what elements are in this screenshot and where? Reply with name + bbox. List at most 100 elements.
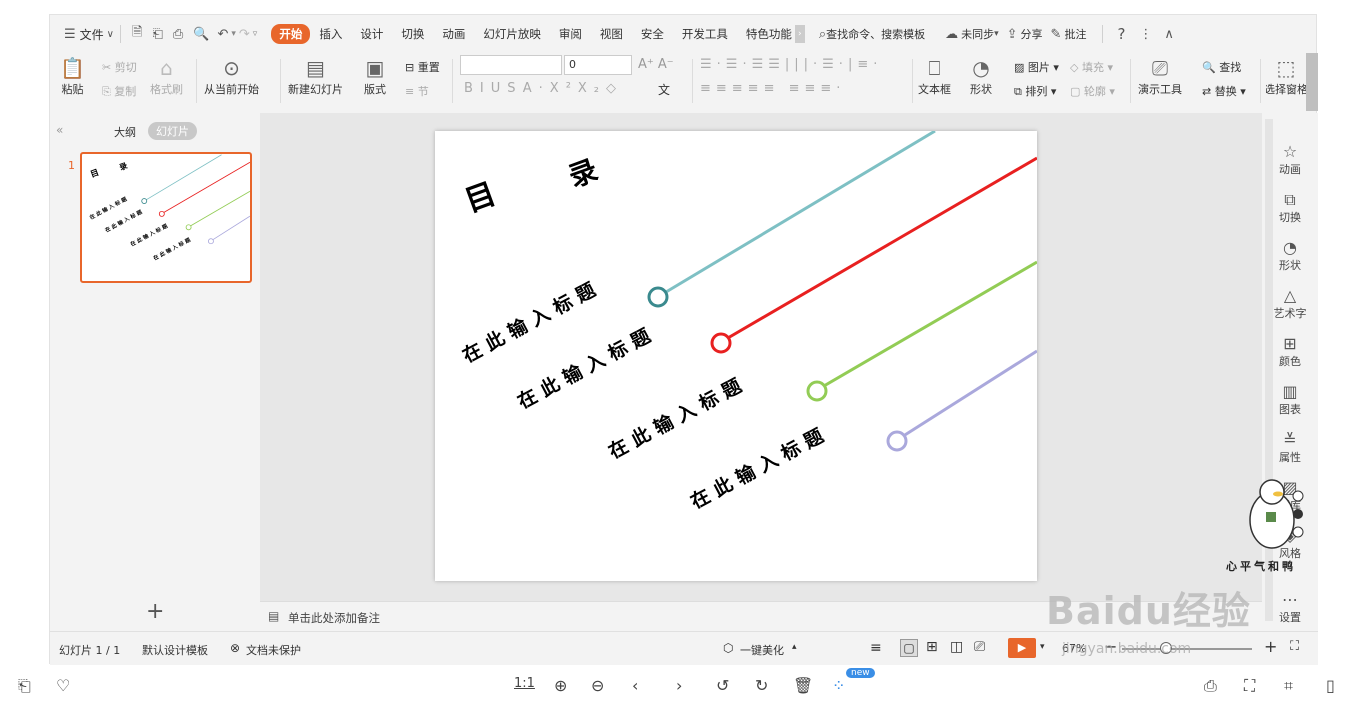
zoom-in-icon[interactable]: ⊕: [554, 676, 567, 695]
tab-design[interactable]: 设计: [351, 26, 392, 42]
toc-circle-4[interactable]: [886, 430, 908, 452]
font-grow-icon[interactable]: A⁺ A⁻: [638, 57, 674, 72]
undo-icon[interactable]: ↶: [217, 27, 228, 42]
sync-status[interactable]: 未同步: [961, 26, 994, 42]
toc-line-1[interactable]: [655, 131, 936, 300]
layout-button[interactable]: ▣ 版式: [364, 55, 386, 97]
fit-window-icon[interactable]: ⛶: [1290, 639, 1299, 654]
redo-icon[interactable]: ↷: [239, 27, 250, 42]
slide-thumbnail-1[interactable]: 目 录 在 此 输 入 标 题 在 此 输 入 标 题 在 此 输 入 标 题 …: [80, 152, 252, 283]
toc-circle-3[interactable]: [806, 380, 828, 402]
undo-dropdown-icon[interactable]: ▾: [231, 29, 236, 39]
tabs-scroll-right-icon[interactable]: ›: [794, 25, 805, 43]
slide-title-left[interactable]: 目: [460, 176, 500, 219]
find-button[interactable]: 🔍 查找: [1202, 59, 1241, 75]
slide[interactable]: 目 录 在 此 输 入 标 题 在 此 输 入 标 题 在 此 输 入 标 题 …: [435, 131, 1037, 581]
panel-animation[interactable]: ☆ 动画: [1262, 143, 1318, 177]
tab-slideshow[interactable]: 幻灯片放映: [474, 26, 550, 42]
play-slideshow-button[interactable]: ▶: [1008, 638, 1036, 658]
ribbon-scroll-right[interactable]: [1306, 53, 1318, 111]
zoom-in-button[interactable]: +: [1264, 637, 1277, 656]
notes-placeholder[interactable]: 单击此处添加备注: [288, 610, 380, 626]
print-icon[interactable]: ⎙: [173, 27, 183, 42]
slide-title-right[interactable]: 录: [564, 153, 602, 194]
rotate-right-icon[interactable]: ↻: [755, 676, 768, 695]
play-from-current-button[interactable]: ⊙ 从当前开始: [204, 55, 259, 97]
font-size-select[interactable]: 0: [564, 55, 632, 75]
collapse-ribbon-icon[interactable]: ∧: [1164, 27, 1174, 42]
export-icon[interactable]: ⎗: [152, 27, 162, 42]
panel-transition[interactable]: ⧉ 切换: [1262, 191, 1318, 225]
cut-button[interactable]: ✂ 剪切: [102, 59, 137, 75]
favorite-icon[interactable]: ♡: [56, 676, 70, 695]
zoom-out-icon[interactable]: ⊖: [591, 676, 604, 695]
file-menu[interactable]: 文件: [80, 26, 104, 43]
tab-transition[interactable]: 切换: [392, 26, 433, 42]
toc-line-4[interactable]: [896, 349, 1037, 442]
tab-developer[interactable]: 开发工具: [673, 26, 737, 42]
actual-size-button[interactable]: 1:1: [514, 676, 535, 691]
new-slide-button[interactable]: ▤ 新建幻灯片: [288, 55, 343, 97]
document-protection[interactable]: 文档未保护: [246, 642, 301, 658]
copy-button[interactable]: ⎘ 复制: [102, 83, 136, 99]
play-dropdown-icon[interactable]: ▾: [1040, 642, 1045, 652]
chevron-down-icon[interactable]: ∨: [107, 29, 114, 40]
paste-button[interactable]: 📋 粘贴: [60, 55, 85, 97]
previous-icon[interactable]: ‹: [632, 676, 638, 695]
reading-view-icon[interactable]: ◫: [950, 639, 963, 655]
collapse-panel-icon[interactable]: «: [56, 123, 63, 137]
replace-button[interactable]: ⇄ 替换 ▾: [1202, 83, 1246, 99]
one-click-beautify[interactable]: 一键美化: [740, 642, 784, 658]
slide-sorter-icon[interactable]: ⊞: [926, 639, 938, 655]
toc-item-4[interactable]: 在 此 输 入 标 题: [687, 424, 828, 513]
font-family-select[interactable]: [460, 55, 562, 75]
shape-button[interactable]: ◔ 形状: [970, 55, 992, 97]
help-icon[interactable]: ?: [1117, 25, 1125, 43]
design-template[interactable]: 默认设计模板: [142, 642, 208, 658]
normal-view-icon[interactable]: ▢: [900, 639, 918, 657]
notes-toggle-icon[interactable]: ≡: [870, 640, 882, 656]
more-icon[interactable]: ⋮: [1139, 27, 1152, 42]
outline-button[interactable]: ▢ 轮廓 ▾: [1070, 83, 1115, 99]
panel-color[interactable]: ⊞ 颜色: [1262, 335, 1318, 369]
tab-security[interactable]: 安全: [632, 26, 673, 42]
fullscreen-icon[interactable]: ⛶: [1244, 676, 1255, 696]
slides-tab[interactable]: 幻灯片: [148, 122, 197, 140]
outline-tab[interactable]: 大纲: [114, 124, 136, 140]
toc-item-1[interactable]: 在 此 输 入 标 题: [459, 278, 600, 367]
format-painter-button[interactable]: ⌂ 格式刷: [150, 55, 183, 97]
toc-line-2[interactable]: [720, 156, 1037, 344]
paragraph-list-icons[interactable]: ☰·☰·☰☰|||·☰·|≡·: [700, 57, 882, 72]
comment-button[interactable]: 批注: [1064, 26, 1086, 42]
next-icon[interactable]: ›: [676, 676, 682, 695]
font-style-icons[interactable]: BIUSA·X²X₂◇: [464, 81, 623, 96]
panel-shape[interactable]: ◔ 形状: [1262, 239, 1318, 273]
tab-insert[interactable]: 插入: [310, 26, 351, 42]
picture-button[interactable]: ▨ 图片 ▾: [1014, 59, 1059, 75]
hamburger-icon[interactable]: ☰: [64, 27, 76, 42]
paragraph-align-icons[interactable]: ≡≡≡≡≡ ≡≡≡·: [700, 81, 845, 96]
customize-icon[interactable]: ▿: [253, 29, 258, 39]
phonetic-icon[interactable]: 文: [658, 81, 670, 98]
tab-features[interactable]: 特色功能: [737, 26, 795, 42]
toc-item-3[interactable]: 在 此 输 入 标 题: [605, 374, 746, 463]
add-slide-button[interactable]: +: [146, 599, 164, 624]
rotate-left-icon[interactable]: ↺: [716, 676, 729, 695]
reset-button[interactable]: ⊟ 重置: [405, 59, 440, 75]
save-icon[interactable]: 🗎: [132, 23, 142, 45]
arrange-button[interactable]: ⧉ 排列 ▾: [1014, 83, 1056, 99]
command-search[interactable]: 查找命令、搜索模板: [826, 26, 925, 42]
toc-circle-2[interactable]: [710, 332, 732, 354]
apps-icon[interactable]: ⁘: [832, 676, 845, 695]
tab-home[interactable]: 开始: [271, 24, 311, 44]
tab-view[interactable]: 视图: [591, 26, 632, 42]
presenter-tools-button[interactable]: ⎚ 演示工具: [1138, 55, 1182, 97]
crop-icon[interactable]: ⌗: [1284, 676, 1293, 696]
select-pane-button[interactable]: ⬚ 选择窗格: [1266, 55, 1306, 97]
beautify-dropdown-icon[interactable]: ▴: [792, 642, 797, 652]
sync-dropdown-icon[interactable]: ▾: [994, 29, 999, 39]
print-bottom-icon[interactable]: ⎙: [1204, 676, 1217, 696]
folder-icon[interactable]: ⎗: [18, 676, 31, 696]
panel-wordart[interactable]: △ 艺术字: [1262, 287, 1318, 321]
tab-animation[interactable]: 动画: [433, 26, 474, 42]
